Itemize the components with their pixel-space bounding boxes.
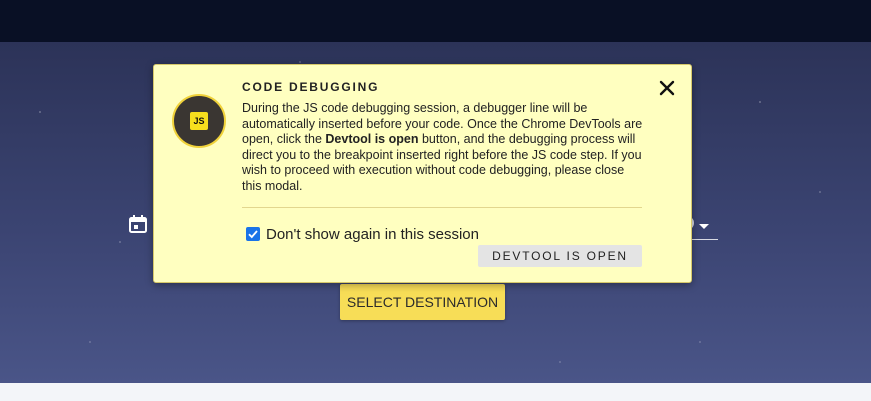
dont-show-again-label[interactable]: Don't show again in this session [266,226,479,243]
dont-show-again-checkbox[interactable] [246,227,260,241]
close-icon[interactable] [658,79,676,97]
js-badge: JS [172,94,226,148]
javascript-logo-icon: JS [190,112,208,130]
dropdown-caret-icon[interactable] [699,224,709,229]
calendar-icon[interactable] [128,214,148,234]
description-bold-button-name: Devtool is open [325,132,419,147]
select-destination-button[interactable]: SELECT DESTINATION [340,284,505,320]
code-debugging-modal: JS CODE DEBUGGING During the JS code deb… [153,64,692,283]
modal-title: CODE DEBUGGING [242,80,380,94]
modal-divider [242,207,642,208]
page-footer-strip [0,383,871,401]
checkmark-icon [248,230,258,239]
top-navigation-bar [0,0,871,42]
devtool-is-open-button[interactable]: DEVTOOL IS OPEN [478,245,642,267]
modal-description: During the JS code debugging session, a … [242,101,647,195]
